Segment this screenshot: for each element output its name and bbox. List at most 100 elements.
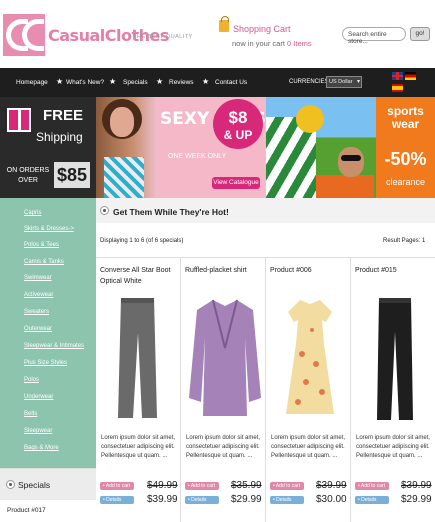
divider bbox=[350, 258, 351, 522]
add-to-cart-button[interactable]: • Add to cart bbox=[185, 482, 219, 490]
product-name[interactable]: Product #006 bbox=[270, 265, 348, 276]
category-link[interactable]: Camis & Tanks bbox=[24, 259, 64, 265]
category-link[interactable]: Sleepwear bbox=[24, 428, 52, 434]
product-description: Lorem ipsum dolor sit amet, consectetuer… bbox=[101, 435, 176, 459]
on-orders-label: ON ORDERS OVER bbox=[6, 167, 50, 184]
price-circle-value: $8 bbox=[228, 108, 248, 127]
details-button[interactable]: • Details bbox=[355, 496, 389, 504]
cart-summary-text: now in your cart bbox=[232, 39, 285, 48]
category-link[interactable]: Capris bbox=[24, 210, 41, 216]
displaying-count: Displaying 1 to 6 (of 6 specials) bbox=[100, 238, 184, 244]
shipping-threshold: $85 bbox=[54, 162, 90, 188]
sports-promo-panel: sports wear -50% clearance bbox=[376, 97, 435, 198]
sports-photo bbox=[266, 97, 376, 198]
category-link[interactable]: Swimwear bbox=[24, 275, 52, 281]
category-link[interactable]: Outerwear bbox=[24, 326, 52, 332]
divider bbox=[265, 258, 266, 522]
product-description: Lorem ipsum dolor sit amet, consectetuer… bbox=[186, 435, 261, 459]
discount-label: -50% bbox=[384, 149, 427, 169]
star-icon: ★ bbox=[202, 77, 210, 86]
star-icon: ★ bbox=[156, 77, 164, 86]
product-description: Lorem ipsum dolor sit amet, consectetuer… bbox=[271, 435, 346, 459]
sports-wear-label: sports wear bbox=[387, 104, 424, 131]
special-price: $30.00 bbox=[316, 494, 347, 505]
flag-de-icon[interactable] bbox=[405, 72, 416, 80]
category-link[interactable]: Polos & Tees bbox=[24, 242, 59, 248]
add-to-cart-button[interactable]: • Add to cart bbox=[270, 482, 304, 490]
category-link[interactable]: Plus Size Styles bbox=[24, 360, 67, 366]
add-to-cart-button[interactable]: • Add to cart bbox=[100, 482, 134, 490]
special-price: $29.99 bbox=[401, 494, 432, 505]
shopping-bag-icon[interactable] bbox=[219, 16, 229, 32]
tagline: THE BEST QUALITY bbox=[133, 34, 193, 40]
cart-summary: now in your cart 0 Items bbox=[232, 39, 312, 48]
star-icon: ★ bbox=[56, 77, 64, 86]
header: CasualClothes THE BEST QUALITY Shopping … bbox=[0, 0, 435, 68]
logo[interactable] bbox=[3, 14, 45, 56]
category-sidebar: Capris Skirts & Dresses-> Polos & Tees C… bbox=[0, 198, 96, 468]
result-pages[interactable]: Result Pages: 1 bbox=[383, 238, 425, 244]
star-icon: ★ bbox=[109, 77, 117, 86]
old-price: $35.99 bbox=[231, 480, 262, 491]
product-name[interactable]: Ruffled-placket shirt bbox=[185, 265, 263, 276]
product-name[interactable]: Product #015 bbox=[355, 265, 433, 276]
nav-homepage[interactable]: Homepage bbox=[16, 79, 48, 86]
category-link[interactable]: Activewear bbox=[24, 292, 53, 298]
old-price: $49.99 bbox=[147, 480, 178, 491]
shipping-label: Shipping bbox=[36, 130, 83, 144]
category-link[interactable]: Underwear bbox=[24, 394, 53, 400]
search-go-button[interactable]: go! bbox=[410, 27, 430, 41]
old-price: $39.99 bbox=[401, 480, 432, 491]
sexy-tops-banner[interactable]: SEXY TOPS ONE WEEK ONLY $8 & UP View Cat… bbox=[96, 97, 266, 198]
category-link[interactable]: Sleepwear & Intimates bbox=[24, 343, 84, 349]
nav-reviews[interactable]: Reviews bbox=[169, 79, 194, 86]
category-link[interactable]: Belts bbox=[24, 411, 37, 417]
details-button[interactable]: • Details bbox=[185, 496, 219, 504]
flag-es-icon[interactable] bbox=[392, 84, 403, 92]
category-link[interactable]: Skirts & Dresses-> bbox=[24, 226, 74, 232]
category-link[interactable]: Bags & More bbox=[24, 445, 59, 451]
sports-wear-banner[interactable]: sports wear -50% clearance bbox=[266, 97, 435, 198]
one-week-label: ONE WEEK ONLY bbox=[168, 153, 227, 160]
price-circle-sub: & UP bbox=[223, 128, 253, 142]
flag-uk-icon[interactable] bbox=[392, 72, 403, 80]
free-label: FREE bbox=[43, 107, 84, 124]
specials-title[interactable]: Specials bbox=[18, 480, 50, 490]
model-photo bbox=[96, 97, 158, 198]
bullet-icon bbox=[6, 480, 15, 489]
gift-icon bbox=[7, 108, 31, 132]
hot-section-header: Get Them While They're Hot! bbox=[96, 198, 435, 223]
specials-box: Specials bbox=[0, 468, 96, 500]
product-name[interactable]: Converse All Star Boot Optical White bbox=[100, 265, 178, 287]
cart-count[interactable]: 0 Items bbox=[287, 39, 312, 48]
special-price: $39.99 bbox=[147, 494, 178, 505]
currencies-label: CURRENCIES: bbox=[289, 79, 331, 85]
product-image[interactable] bbox=[187, 298, 263, 420]
specials-product-name[interactable]: Product #017 bbox=[7, 507, 46, 514]
bullet-icon bbox=[100, 206, 109, 215]
details-button[interactable]: • Details bbox=[270, 496, 304, 504]
free-shipping-banner[interactable]: FREE Shipping ON ORDERS OVER $85 bbox=[0, 97, 96, 198]
category-link[interactable]: Sweaters bbox=[24, 309, 49, 315]
old-price: $39.99 bbox=[316, 480, 347, 491]
details-button[interactable]: • Details bbox=[100, 496, 134, 504]
price-circle: $8 & UP bbox=[213, 99, 263, 149]
category-link[interactable]: Polos bbox=[24, 377, 39, 383]
nav-specials[interactable]: Specials bbox=[123, 79, 148, 86]
product-image[interactable] bbox=[284, 298, 336, 416]
currency-select[interactable]: US Dollar bbox=[326, 76, 362, 88]
product-description: Lorem ipsum dolor sit amet, consectetuer… bbox=[356, 435, 431, 459]
nav-contact-us[interactable]: Contact Us bbox=[215, 79, 247, 86]
special-price: $29.99 bbox=[231, 494, 262, 505]
cart-title[interactable]: Shopping Cart bbox=[233, 24, 291, 34]
nav-whats-new[interactable]: What's New? bbox=[66, 79, 104, 86]
clearance-label: clearance bbox=[385, 177, 426, 187]
product-image[interactable] bbox=[115, 298, 160, 420]
view-catalogue-button[interactable]: View Catalogue bbox=[212, 177, 260, 189]
main-nav: Homepage ★ What's New? ★ Specials ★ Revi… bbox=[0, 68, 435, 97]
hot-title: Get Them While They're Hot! bbox=[113, 207, 229, 217]
search-input[interactable]: Search entire store... bbox=[342, 27, 406, 45]
product-image[interactable] bbox=[375, 298, 415, 422]
add-to-cart-button[interactable]: • Add to cart bbox=[355, 482, 389, 490]
divider bbox=[180, 258, 181, 522]
